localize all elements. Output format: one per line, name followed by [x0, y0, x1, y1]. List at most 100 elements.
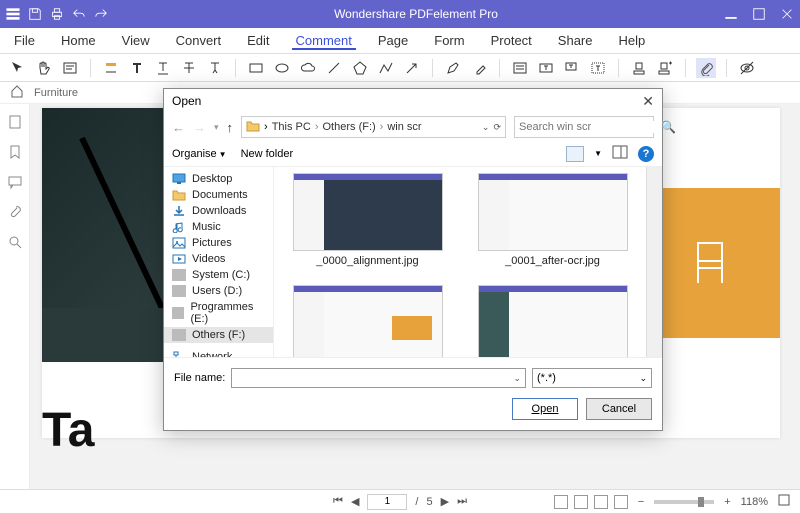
crumb-folder[interactable]: win scr [387, 121, 421, 133]
underline-tool-icon[interactable] [153, 58, 173, 78]
file-item[interactable]: _0001_after-ocr.jpg [465, 173, 640, 281]
text-insert-icon[interactable] [127, 58, 147, 78]
menu-share[interactable]: Share [554, 31, 597, 50]
help-icon[interactable]: ? [638, 146, 654, 162]
page-number-input[interactable] [367, 494, 407, 510]
minimize-icon[interactable] [724, 7, 738, 21]
hide-annotations-icon[interactable] [737, 58, 757, 78]
pencil-tool-icon[interactable] [443, 58, 463, 78]
print-icon[interactable] [50, 7, 64, 21]
search-icon[interactable]: 🔍 [661, 120, 676, 134]
address-bar[interactable]: › This PC › Others (F:) › win scr ⌄ ⟳ [241, 116, 506, 138]
refresh-icon[interactable]: ⟳ [493, 122, 501, 133]
view-dropdown-icon[interactable]: ▼ [594, 149, 602, 158]
file-item[interactable]: _0003_add-more.jpg [465, 285, 640, 357]
menu-page[interactable]: Page [374, 31, 412, 50]
menu-home[interactable]: Home [57, 31, 100, 50]
zoom-in-icon[interactable]: + [724, 496, 730, 508]
new-folder-button[interactable]: New folder [241, 148, 294, 160]
forward-icon[interactable]: → [193, 120, 206, 135]
stamp-tool-icon[interactable] [629, 58, 649, 78]
highlight-tool-icon[interactable] [101, 58, 121, 78]
tree-network[interactable]: Network [164, 349, 273, 357]
menu-help[interactable]: Help [615, 31, 650, 50]
caret-tool-icon[interactable] [205, 58, 225, 78]
menu-edit[interactable]: Edit [243, 31, 273, 50]
tree-drive-e[interactable]: Programmes (E:) [164, 299, 273, 327]
arrow-tool-icon[interactable] [402, 58, 422, 78]
menu-convert[interactable]: Convert [172, 31, 226, 50]
bookmarks-panel-icon[interactable] [7, 144, 23, 160]
view-single-icon[interactable] [554, 495, 568, 509]
dialog-search-box[interactable]: 🔍 [514, 116, 654, 138]
eraser-tool-icon[interactable] [469, 58, 489, 78]
back-icon[interactable]: ← [172, 120, 185, 135]
prev-page-icon[interactable]: ◀ [351, 495, 359, 508]
app-menu-icon[interactable] [6, 7, 20, 21]
file-filter-dropdown[interactable]: (*.*)⌄ [532, 368, 652, 388]
attachments-panel-icon[interactable] [7, 204, 23, 220]
area-highlight-icon[interactable] [510, 58, 530, 78]
up-icon[interactable]: ↑ [227, 120, 234, 135]
file-list-scrollbar[interactable] [646, 167, 662, 357]
filename-dropdown-icon[interactable]: ⌄ [513, 373, 521, 384]
preview-pane-icon[interactable] [612, 145, 628, 162]
rectangle-tool-icon[interactable] [246, 58, 266, 78]
crumb-drive[interactable]: Others (F:) [323, 121, 376, 133]
cancel-button[interactable]: Cancel [586, 398, 652, 420]
comments-panel-icon[interactable] [7, 174, 23, 190]
attachment-tool-icon[interactable] [696, 58, 716, 78]
fullscreen-icon[interactable] [778, 494, 790, 509]
crumb-this-pc[interactable]: This PC [272, 121, 311, 133]
zoom-slider[interactable] [654, 500, 714, 504]
view-continuous-icon[interactable] [574, 495, 588, 509]
menu-view[interactable]: View [118, 31, 154, 50]
polygon-tool-icon[interactable] [350, 58, 370, 78]
hand-tool-icon[interactable] [34, 58, 54, 78]
redo-icon[interactable] [94, 7, 108, 21]
note-tool-icon[interactable] [60, 58, 80, 78]
create-stamp-icon[interactable] [655, 58, 675, 78]
menu-file[interactable]: File [10, 31, 39, 50]
maximize-icon[interactable] [752, 7, 766, 21]
view-two-icon[interactable] [594, 495, 608, 509]
oval-tool-icon[interactable] [272, 58, 292, 78]
cloud-tool-icon[interactable] [298, 58, 318, 78]
menu-protect[interactable]: Protect [487, 31, 536, 50]
open-button[interactable]: Open [512, 398, 578, 420]
tree-drive-c[interactable]: System (C:) [164, 267, 273, 283]
file-item[interactable]: _0002_adjust-pane.jpg [280, 285, 455, 357]
zoom-out-icon[interactable]: − [638, 496, 644, 508]
next-page-icon[interactable]: ▶ [441, 495, 449, 508]
undo-icon[interactable] [72, 7, 86, 21]
view-two-continuous-icon[interactable] [614, 495, 628, 509]
tree-drive-f[interactable]: Others (F:) [164, 327, 273, 343]
menu-comment[interactable]: Comment [292, 31, 356, 50]
strikethrough-tool-icon[interactable] [179, 58, 199, 78]
save-icon[interactable] [28, 7, 42, 21]
line-tool-icon[interactable] [324, 58, 344, 78]
callout-icon[interactable] [562, 58, 582, 78]
search-panel-icon[interactable] [7, 234, 23, 250]
dialog-search-input[interactable] [519, 121, 661, 133]
thumbnails-panel-icon[interactable] [7, 114, 23, 130]
recent-locations-icon[interactable]: ▾ [214, 122, 219, 133]
change-view-icon[interactable] [566, 146, 584, 162]
tree-drive-d[interactable]: Users (D:) [164, 283, 273, 299]
first-page-icon[interactable]: ⏮ [333, 495, 343, 508]
text-box-icon[interactable] [536, 58, 556, 78]
organise-button[interactable]: Organise▼ [172, 148, 227, 160]
close-icon[interactable] [780, 7, 794, 21]
tree-videos[interactable]: Videos [164, 251, 273, 267]
file-item[interactable]: _0000_alignment.jpg [280, 173, 455, 281]
tree-documents[interactable]: Documents [164, 187, 273, 203]
last-page-icon[interactable]: ⏭ [457, 495, 467, 508]
address-history-dropdown-icon[interactable]: ⌄ [482, 122, 490, 133]
tree-music[interactable]: Music [164, 219, 273, 235]
home-icon[interactable] [10, 84, 24, 101]
document-tab[interactable]: Furniture [34, 87, 78, 99]
typewriter-icon[interactable] [588, 58, 608, 78]
select-tool-icon[interactable] [8, 58, 28, 78]
tree-desktop[interactable]: Desktop [164, 171, 273, 187]
tree-pictures[interactable]: Pictures [164, 235, 273, 251]
